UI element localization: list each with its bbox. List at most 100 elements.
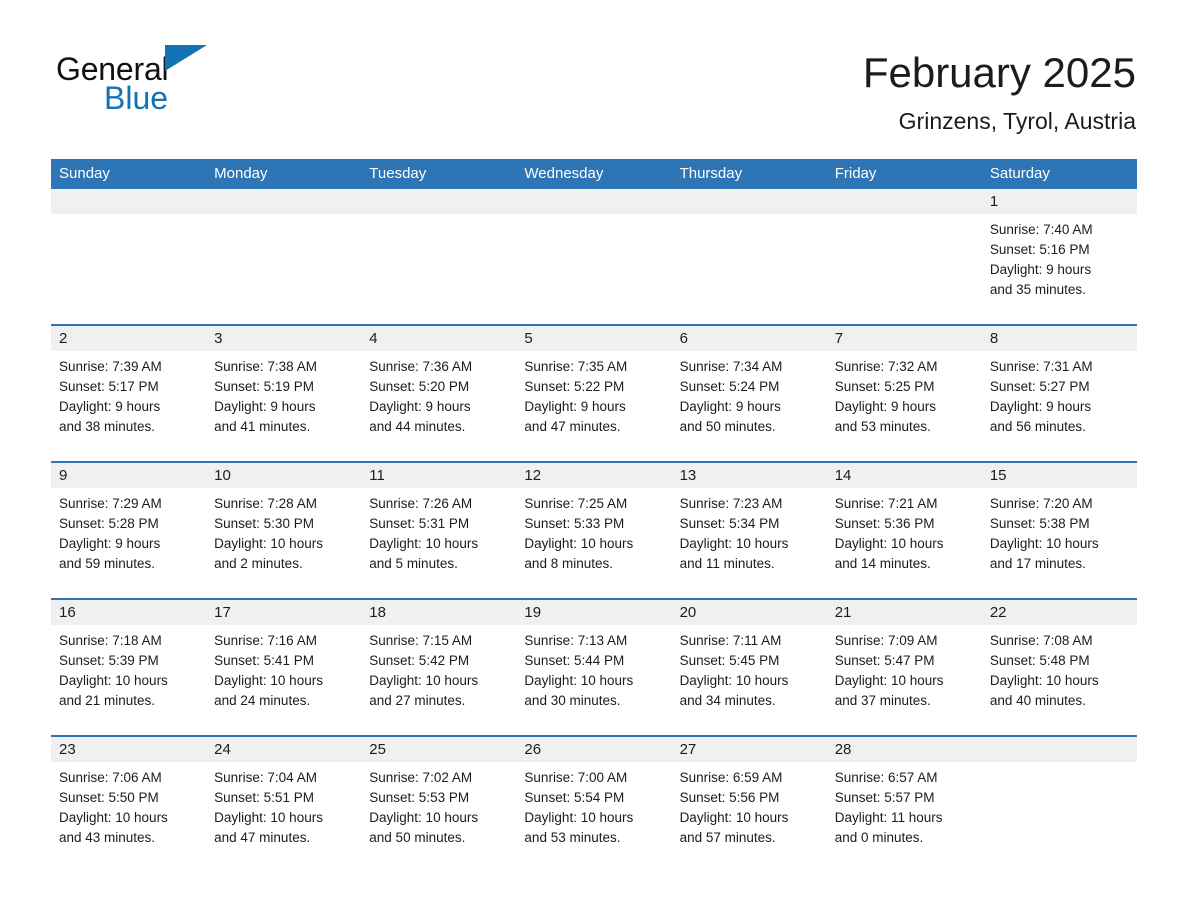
calendar-day-cell[interactable]: 9 Sunrise: 7:29 AM Sunset: 5:28 PM Daylight… <box>51 461 207 599</box>
calendar-day-cell[interactable]: 28 Sunrise: 6:57 AM Sunset: 5:57 PM Dayligh… <box>826 735 982 872</box>
day-number: 22 <box>981 600 1137 625</box>
sunrise-time: Sunrise: 7:26 AM <box>369 496 473 511</box>
calendar-day-cell[interactable]: 22 Sunrise: 7:08 AM Sunset: 5:48 PM Dayligh… <box>981 598 1137 736</box>
daylight-duration-line-2: and 57 minutes. <box>679 830 776 845</box>
day-number: 23 <box>51 737 207 762</box>
calendar-day-cell[interactable]: 7 Sunrise: 7:32 AM Sunset: 5:25 PM Daylight… <box>826 324 982 462</box>
calendar-day-cell[interactable]: 1 Sunrise: 7:40 AM Sunset: 5:16 PM Daylight… <box>981 189 1137 325</box>
daylight-duration-line-2: and 8 minutes. <box>524 556 613 571</box>
weekday-header-row: Sunday Monday Tuesday Wednesday Thursday… <box>51 159 1137 189</box>
calendar-day-cell[interactable]: 2 Sunrise: 7:39 AM Sunset: 5:17 PM Daylight… <box>51 324 207 462</box>
calendar-day-cell[interactable]: 6 Sunrise: 7:34 AM Sunset: 5:24 PM Daylight… <box>671 324 827 462</box>
day-number: 8 <box>981 326 1137 351</box>
calendar-day-cell[interactable]: 12 Sunrise: 7:25 AM Sunset: 5:33 PM Dayligh… <box>516 461 672 599</box>
sunrise-sunset-calendar-table: Sunday Monday Tuesday Wednesday Thursday… <box>51 159 1137 872</box>
daylight-duration-line-2: and 38 minutes. <box>59 419 156 434</box>
day-number <box>516 189 672 214</box>
daylight-duration-line-2: and 47 minutes. <box>524 419 621 434</box>
daylight-duration-line-2: and 37 minutes. <box>834 693 931 708</box>
calendar-day-cell[interactable]: 4 Sunrise: 7:36 AM Sunset: 5:20 PM Daylight… <box>361 324 517 462</box>
sunrise-time: Sunrise: 7:25 AM <box>524 496 628 511</box>
calendar-day-cell[interactable]: 26 Sunrise: 7:00 AM Sunset: 5:54 PM Dayligh… <box>516 735 672 872</box>
daylight-duration-line-1: Daylight: 10 hours <box>59 810 168 825</box>
calendar-week-row: 16 Sunrise: 7:18 AM Sunset: 5:39 PM Dayligh… <box>51 598 1137 736</box>
day-details: Sunrise: 7:28 AM Sunset: 5:30 PM Daylight:… <box>206 488 361 574</box>
calendar-day-cell[interactable]: 20 Sunrise: 7:11 AM Sunset: 5:45 PM Dayligh… <box>671 598 827 736</box>
calendar-day-cell[interactable]: 3 Sunrise: 7:38 AM Sunset: 5:19 PM Daylight… <box>206 324 362 462</box>
day-number <box>826 189 982 214</box>
daylight-duration-line-1: Daylight: 10 hours <box>369 536 479 551</box>
day-details: Sunrise: 7:40 AM Sunset: 5:16 PM Daylight:… <box>982 214 1137 300</box>
day-number: 12 <box>516 463 672 488</box>
location-subtitle: Grinzens, Tyrol, Austria <box>898 108 1136 134</box>
day-details: Sunrise: 7:34 AM Sunset: 5:24 PM Daylight:… <box>672 351 827 437</box>
sunset-time: Sunset: 5:19 PM <box>214 379 314 394</box>
calendar-day-cell-empty <box>981 735 1137 872</box>
calendar-day-cell[interactable]: 21 Sunrise: 7:09 AM Sunset: 5:47 PM Dayligh… <box>826 598 982 736</box>
daylight-duration-line-1: Daylight: 10 hours <box>214 536 323 551</box>
day-details: Sunrise: 7:32 AM Sunset: 5:25 PM Daylight:… <box>827 351 982 437</box>
day-number <box>206 189 362 214</box>
calendar-day-cell[interactable]: 13 Sunrise: 7:23 AM Sunset: 5:34 PM Dayligh… <box>671 461 827 599</box>
daylight-duration-line-2: and 59 minutes. <box>59 556 156 571</box>
daylight-duration-line-2: and 27 minutes. <box>369 693 466 708</box>
calendar-day-cell[interactable]: 19 Sunrise: 7:13 AM Sunset: 5:44 PM Dayligh… <box>516 598 672 736</box>
calendar-day-cell[interactable]: 25 Sunrise: 7:02 AM Sunset: 5:53 PM Dayligh… <box>361 735 517 872</box>
calendar-day-cell[interactable]: 18 Sunrise: 7:15 AM Sunset: 5:42 PM Dayligh… <box>361 598 517 736</box>
daylight-duration-line-1: Daylight: 10 hours <box>834 673 944 688</box>
day-number: 16 <box>51 600 207 625</box>
weekday-header-monday: Monday <box>206 159 362 189</box>
sunrise-time: Sunrise: 7:31 AM <box>989 359 1093 374</box>
day-details: Sunrise: 7:21 AM Sunset: 5:36 PM Daylight:… <box>827 488 982 574</box>
day-number: 18 <box>361 600 517 625</box>
day-details: Sunrise: 7:18 AM Sunset: 5:39 PM Daylight:… <box>51 625 206 711</box>
sunset-time: Sunset: 5:31 PM <box>369 516 470 531</box>
calendar-day-cell[interactable]: 27 Sunrise: 6:59 AM Sunset: 5:56 PM Dayligh… <box>671 735 827 872</box>
daylight-duration-line-2: and 30 minutes. <box>524 693 621 708</box>
sunrise-time: Sunrise: 7:18 AM <box>59 633 162 648</box>
day-number <box>981 737 1137 762</box>
day-number: 14 <box>826 463 982 488</box>
day-number: 15 <box>981 463 1137 488</box>
day-number: 24 <box>206 737 362 762</box>
daylight-duration-line-1: Daylight: 9 hours <box>989 262 1092 277</box>
day-details: Sunrise: 7:29 AM Sunset: 5:28 PM Daylight:… <box>51 488 206 574</box>
day-number: 9 <box>51 463 207 488</box>
calendar-day-cell[interactable]: 8 Sunrise: 7:31 AM Sunset: 5:27 PM Daylight… <box>981 324 1137 462</box>
calendar-day-cell[interactable]: 15 Sunrise: 7:20 AM Sunset: 5:38 PM Dayligh… <box>981 461 1137 599</box>
daylight-duration-line-2: and 43 minutes. <box>59 830 156 845</box>
sunset-time: Sunset: 5:54 PM <box>524 790 625 805</box>
calendar-day-cell[interactable]: 5 Sunrise: 7:35 AM Sunset: 5:22 PM Daylight… <box>516 324 672 462</box>
day-details: Sunrise: 6:59 AM Sunset: 5:56 PM Daylight:… <box>672 762 827 848</box>
calendar-day-cell-empty <box>826 189 982 325</box>
day-details: Sunrise: 7:04 AM Sunset: 5:51 PM Daylight:… <box>206 762 361 848</box>
calendar-day-cell-empty <box>51 189 207 325</box>
sunrise-time: Sunrise: 7:23 AM <box>679 496 783 511</box>
day-details: Sunrise: 7:31 AM Sunset: 5:27 PM Daylight:… <box>982 351 1137 437</box>
daylight-duration-line-2: and 50 minutes. <box>679 419 776 434</box>
brand-logo[interactable]: General Blue <box>56 45 356 124</box>
sunrise-time: Sunrise: 7:20 AM <box>989 496 1093 511</box>
calendar-day-cell-empty <box>671 189 827 325</box>
daylight-duration-line-2: and 11 minutes. <box>679 556 775 571</box>
calendar-day-cell[interactable]: 11 Sunrise: 7:26 AM Sunset: 5:31 PM Dayligh… <box>361 461 517 599</box>
sunrise-time: Sunrise: 7:28 AM <box>214 496 317 511</box>
day-number: 28 <box>826 737 982 762</box>
calendar-day-cell[interactable]: 23 Sunrise: 7:06 AM Sunset: 5:50 PM Dayligh… <box>51 735 207 872</box>
calendar-day-cell[interactable]: 16 Sunrise: 7:18 AM Sunset: 5:39 PM Dayligh… <box>51 598 207 736</box>
calendar-day-cell[interactable]: 17 Sunrise: 7:16 AM Sunset: 5:41 PM Dayligh… <box>206 598 362 736</box>
day-details: Sunrise: 7:02 AM Sunset: 5:53 PM Daylight:… <box>361 762 516 848</box>
calendar-day-cell[interactable]: 14 Sunrise: 7:21 AM Sunset: 5:36 PM Dayligh… <box>826 461 982 599</box>
calendar-day-cell[interactable]: 10 Sunrise: 7:28 AM Sunset: 5:30 PM Dayligh… <box>206 461 362 599</box>
calendar-day-cell-empty <box>516 189 672 325</box>
daylight-duration-line-1: Daylight: 9 hours <box>834 399 937 414</box>
sunrise-time: Sunrise: 7:36 AM <box>369 359 473 374</box>
sunset-time: Sunset: 5:17 PM <box>59 379 159 394</box>
day-number: 13 <box>671 463 827 488</box>
day-number: 25 <box>361 737 517 762</box>
sunrise-time: Sunrise: 7:02 AM <box>369 770 473 785</box>
calendar-day-cell[interactable]: 24 Sunrise: 7:04 AM Sunset: 5:51 PM Dayligh… <box>206 735 362 872</box>
sunrise-time: Sunrise: 7:29 AM <box>59 496 162 511</box>
daylight-duration-line-1: Daylight: 10 hours <box>524 673 634 688</box>
day-details: Sunrise: 7:20 AM Sunset: 5:38 PM Daylight:… <box>982 488 1137 574</box>
